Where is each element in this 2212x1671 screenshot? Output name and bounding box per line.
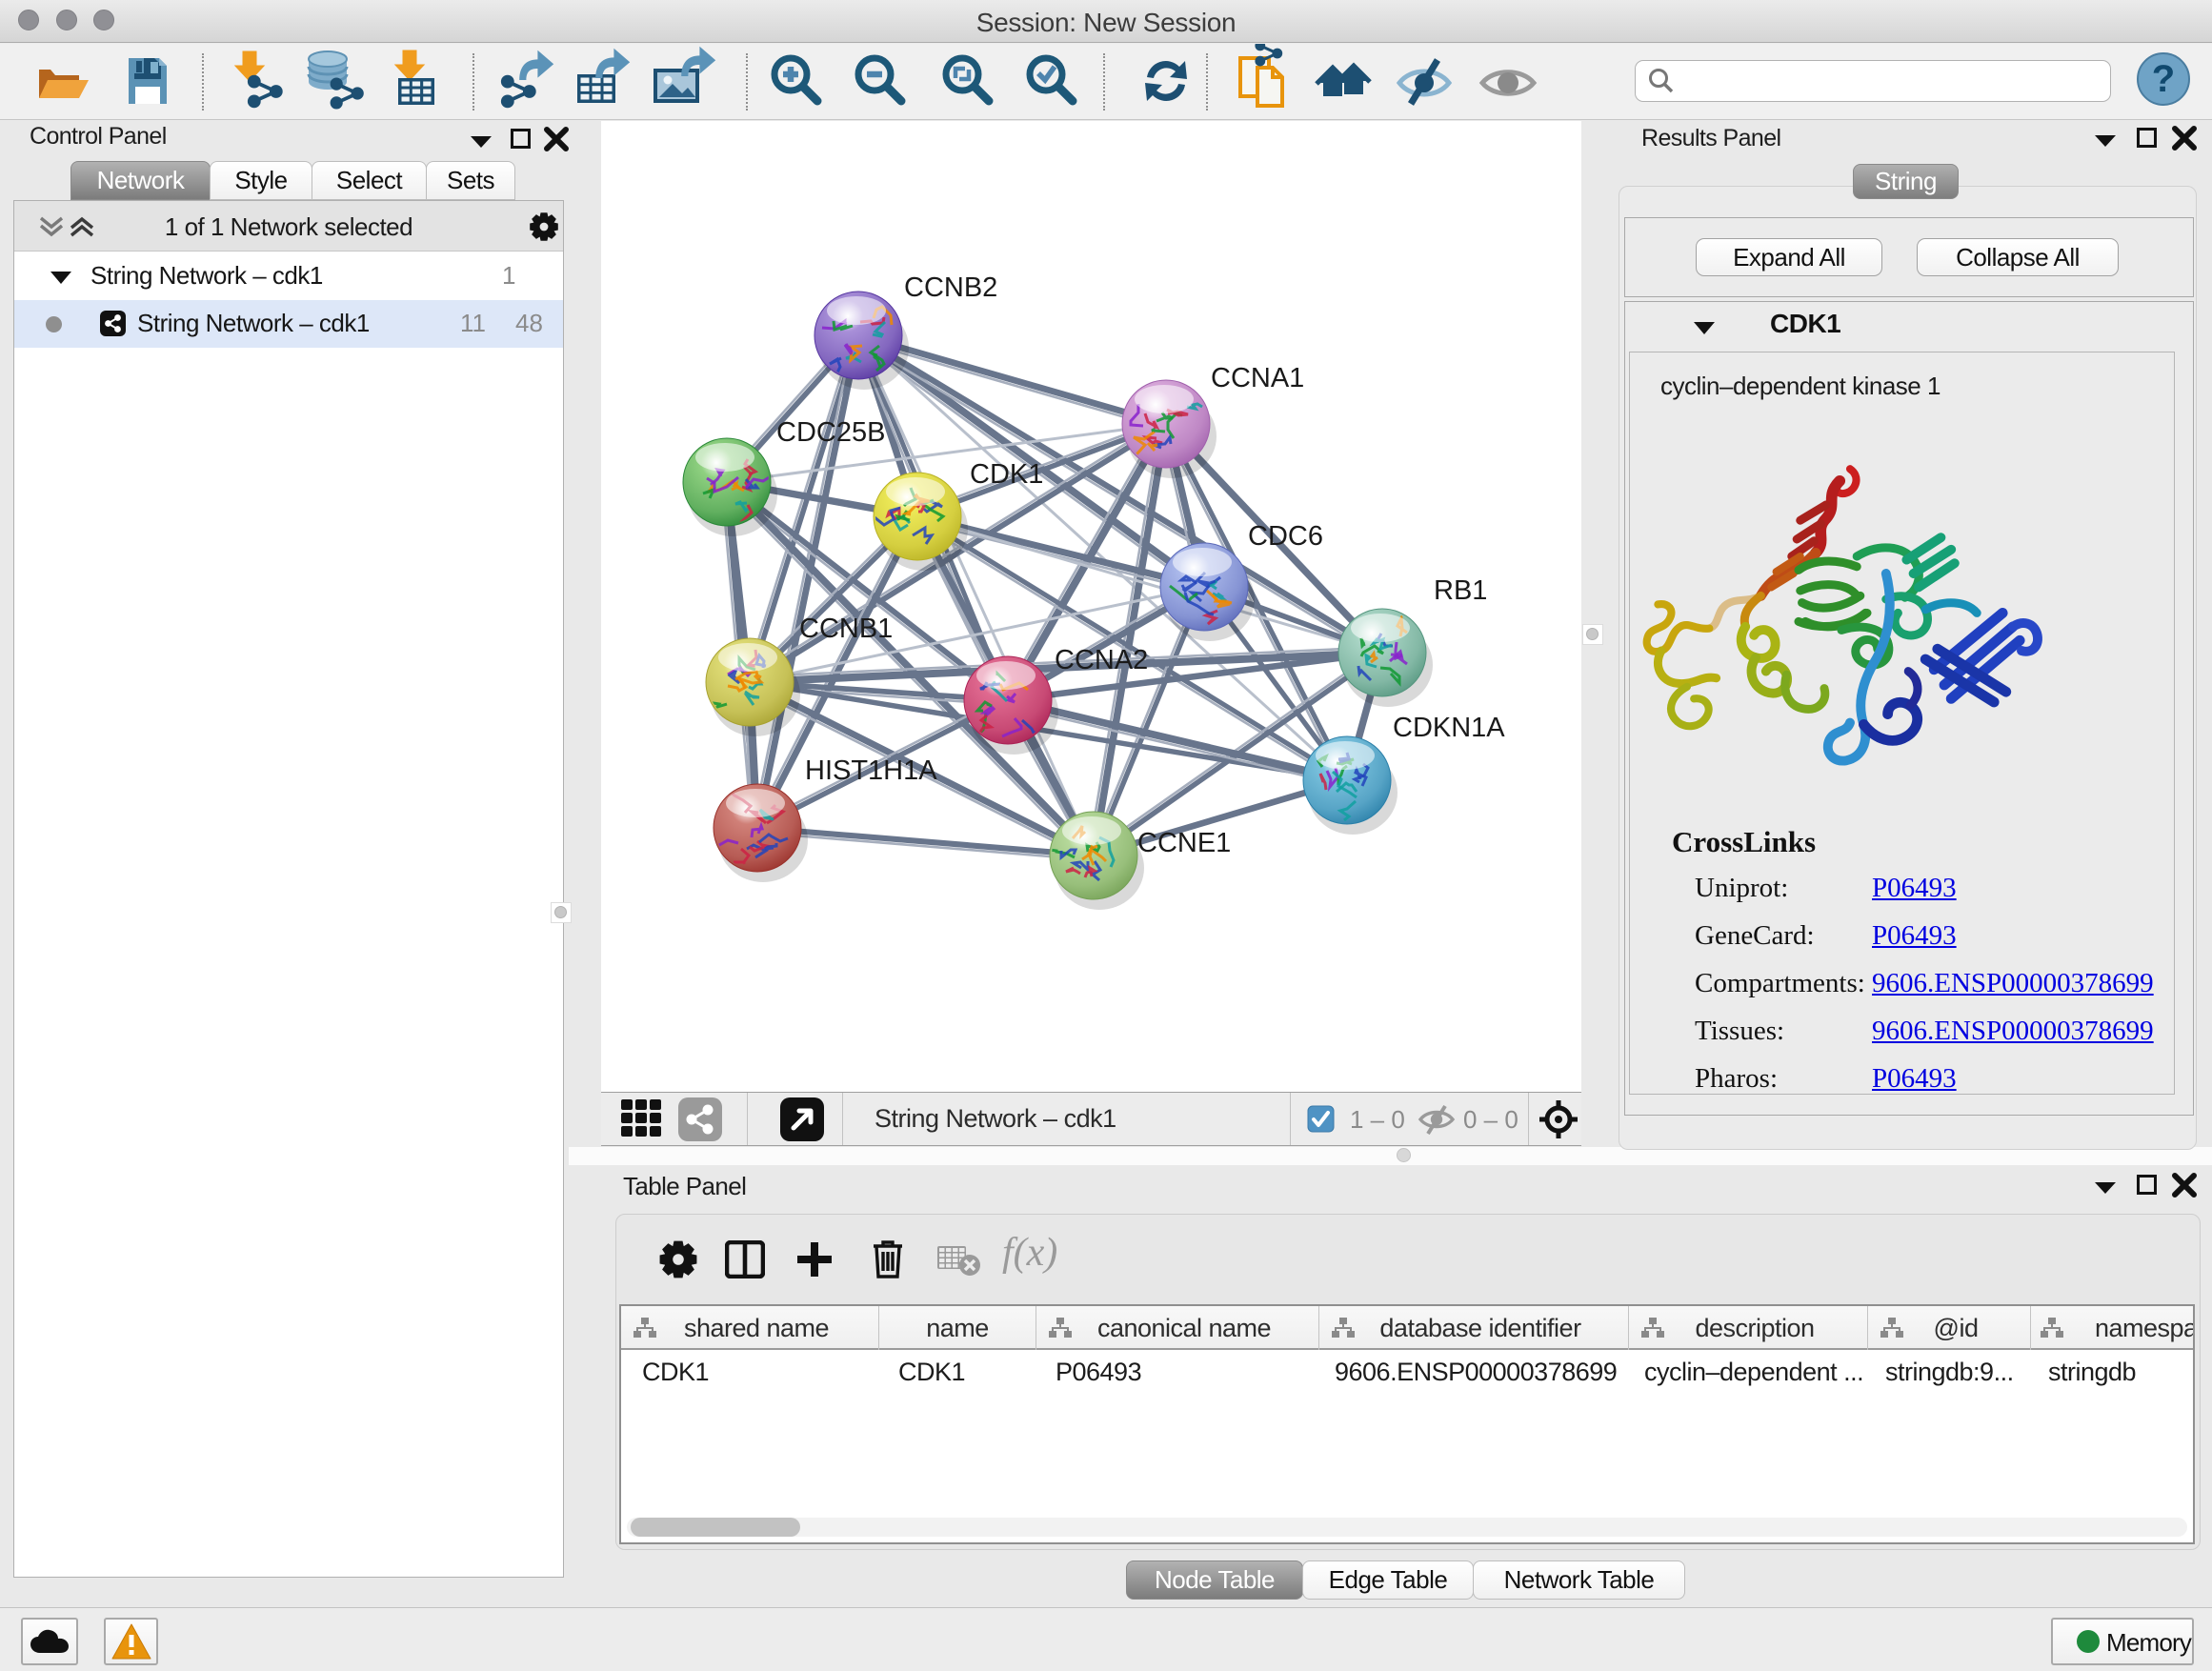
svg-text:CCNB2: CCNB2 bbox=[904, 272, 997, 303]
svg-text:CDKN1A: CDKN1A bbox=[1393, 713, 1505, 743]
svg-text:HIST1H1A: HIST1H1A bbox=[805, 755, 937, 786]
svg-text:RB1: RB1 bbox=[1434, 575, 1487, 606]
svg-text:?: ? bbox=[2152, 58, 2175, 100]
svg-text:CCNA2: CCNA2 bbox=[1055, 645, 1148, 675]
svg-text:CDC6: CDC6 bbox=[1248, 521, 1323, 552]
svg-text:CCNA1: CCNA1 bbox=[1211, 363, 1304, 393]
svg-text:CCNE1: CCNE1 bbox=[1137, 828, 1231, 858]
svg-text:CDC25B: CDC25B bbox=[776, 417, 885, 448]
svg-text:CDK1: CDK1 bbox=[970, 459, 1043, 490]
svg-text:CCNB1: CCNB1 bbox=[799, 614, 893, 644]
